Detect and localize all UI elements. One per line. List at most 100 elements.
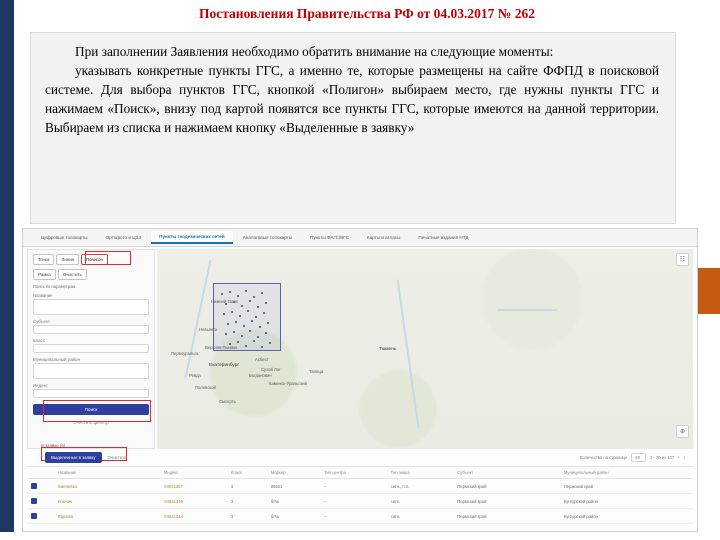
right-accent-bar <box>698 268 720 314</box>
search-button[interactable]: Поиск <box>33 404 149 415</box>
th-sign-type[interactable]: Тип знака <box>386 466 454 479</box>
field-index-input[interactable] <box>33 389 149 398</box>
tab-maps-atlases[interactable]: Карты и атласы <box>359 232 409 243</box>
th-name[interactable]: Название <box>53 466 161 479</box>
application-screenshot: Цифровые топокарты Ортофото и ЦЗЗ Пункты… <box>22 228 698 532</box>
clear-results-link[interactable]: Очистить <box>108 455 127 460</box>
cell-index: 04021367 <box>160 478 227 494</box>
map-label-9: Тюмень <box>379 347 397 352</box>
tab-fags-vgs[interactable]: Пункты ФАГС/ВГС <box>302 232 357 243</box>
tab-bar: Цифровые топокарты Ортофото и ЦЗЗ Пункты… <box>23 229 697 247</box>
cell-municipal-district: Кунгурский район <box>559 508 693 524</box>
search-by-params-checkbox-label[interactable]: Поиск по параметрам <box>33 284 149 289</box>
tab-orthophoto[interactable]: Ортофото и ЦЗЗ <box>98 232 150 243</box>
field-class-input[interactable] <box>33 344 149 353</box>
field-municipal-district-input[interactable] <box>33 363 149 379</box>
locate-icon[interactable]: ⊕ <box>676 425 689 438</box>
row-checkbox[interactable] <box>27 493 54 509</box>
th-class[interactable]: Класс <box>226 466 267 479</box>
th-marker[interactable]: Маркер <box>266 466 321 479</box>
selected-polygon <box>213 283 281 351</box>
results-section: В заявке (6) Выделенные в заявку Очистит… <box>27 441 693 529</box>
field-subject: Субъект <box>33 319 149 334</box>
map-label-7: Полевской <box>195 385 216 390</box>
cell-name: Хмелевка <box>53 478 161 494</box>
per-page-select[interactable]: 20 <box>631 453 646 462</box>
cell-class: 3 <box>226 493 267 509</box>
map-label-12: Сысерть <box>219 399 236 404</box>
field-class: Класс <box>33 338 149 353</box>
cell-center-type: – <box>320 478 387 494</box>
checkbox-icon[interactable] <box>31 513 37 519</box>
checkbox-icon[interactable] <box>31 498 37 504</box>
river-shape-3 <box>497 309 557 311</box>
cell-sign-type: сигн. <box>386 508 454 524</box>
draw-line-button[interactable]: Линия <box>56 254 80 265</box>
paragraph-intro: При заполнении Заявления необходимо обра… <box>75 44 554 59</box>
map-label-0: Нижний Тагил <box>211 299 239 304</box>
draw-point-button[interactable]: Точка <box>33 254 55 265</box>
prev-page-icon[interactable]: ‹ <box>678 455 679 460</box>
layers-icon[interactable]: ☷ <box>676 253 689 266</box>
reset-filter-button[interactable]: Очистить фильтр <box>33 418 149 427</box>
field-name: Название <box>33 293 149 315</box>
search-form-panel: Точка Линия Полигон Рамка Очистить Поиск… <box>27 249 155 449</box>
results-table: Название Индекс Класс Маркер Тип центра … <box>27 466 693 524</box>
cell-municipal-district: Пермский край <box>559 478 693 494</box>
th-checkbox <box>27 466 54 479</box>
draw-polygon-button[interactable]: Полигон <box>81 254 108 265</box>
pagination-info: 1 - 20 из 137 <box>649 455 675 460</box>
field-municipal-district-label: Муниципальный район <box>33 357 80 362</box>
cell-sign-type: сигн. <box>386 493 454 509</box>
map-label-2: Верхняя Пышма <box>205 345 238 350</box>
page-title: Постановления Правительства РФ от 04.03.… <box>199 6 535 21</box>
cell-marker: б/№ <box>266 493 321 509</box>
field-class-label: Класс <box>33 338 45 343</box>
map-label-4: Асбест <box>255 357 269 362</box>
clear-selection-button[interactable]: Очистить <box>57 269 87 280</box>
bottom-strip <box>0 532 720 540</box>
cell-center-type: – <box>320 493 387 509</box>
row-checkbox[interactable] <box>27 508 54 524</box>
per-page-control: Количество на странице 20 1 - 20 из 137 … <box>580 453 693 462</box>
draw-mode-buttons: Точка Линия Полигон <box>33 254 149 265</box>
table-row[interactable]: Ключик 04021349 3 б/№ – сигн. Пермский к… <box>27 493 693 509</box>
map-label-1: Невьянск <box>199 327 218 332</box>
checkbox-icon[interactable] <box>31 483 37 489</box>
select-to-request-button[interactable]: Выделенные в заявку <box>45 452 102 463</box>
map-label-3: Екатеринбург <box>209 363 240 368</box>
map-canvas[interactable]: Нижний Тагил Невьянск Верхняя Пышма Екат… <box>157 249 693 449</box>
tab-digital-maps[interactable]: Цифровые топокарты <box>33 232 96 243</box>
cell-subject: Пермский край <box>453 508 560 524</box>
field-name-input[interactable] <box>33 299 149 315</box>
frame-button[interactable]: Рамка <box>33 269 56 280</box>
map-label-8: Каменск-Уральский <box>269 381 307 386</box>
cell-subject: Пермский край <box>453 493 560 509</box>
frame-clear-buttons: Рамка Очистить <box>33 269 149 280</box>
tab-geodetic-points[interactable]: Пункты геодезических сетей <box>151 231 233 244</box>
field-subject-input[interactable] <box>33 325 149 334</box>
map-label-13: Богданович <box>249 373 272 378</box>
results-count-label: В заявке (6) <box>41 443 66 448</box>
th-subject[interactable]: Субъект <box>453 466 560 479</box>
field-name-label: Название <box>33 293 53 298</box>
row-checkbox[interactable] <box>27 478 54 494</box>
cell-index: 04021344 <box>160 508 227 524</box>
tab-printed-ntd[interactable]: Печатные издания НТД <box>410 232 476 243</box>
field-index-label: Индекс <box>33 383 48 388</box>
table-row[interactable]: Хмелевка 04021367 3 05621 – сигн., п.п. … <box>27 478 693 494</box>
cell-sign-type: сигн., п.п. <box>386 478 454 494</box>
th-index[interactable]: Индекс <box>160 466 227 479</box>
th-center-type[interactable]: Тип центра <box>320 466 387 479</box>
table-header-row: Название Индекс Класс Маркер Тип центра … <box>27 466 693 479</box>
cell-name: Ключик <box>53 493 161 509</box>
left-decorative-bar <box>0 0 14 540</box>
tab-analog-maps[interactable]: Аналоговые топокарты <box>235 232 300 243</box>
per-page-label: Количество на странице <box>579 455 628 460</box>
field-municipal-district: Муниципальный район <box>33 357 149 379</box>
text-panel: При заполнении Заявления необходимо обра… <box>30 32 676 224</box>
th-municipal-district[interactable]: Муниципальный район <box>559 466 693 479</box>
map-label-6: Первоуральск <box>171 351 199 356</box>
table-row[interactable]: Юдинка 04021344 3 б/№ – сигн. Пермский к… <box>27 508 693 524</box>
next-page-icon[interactable]: › <box>684 455 685 460</box>
